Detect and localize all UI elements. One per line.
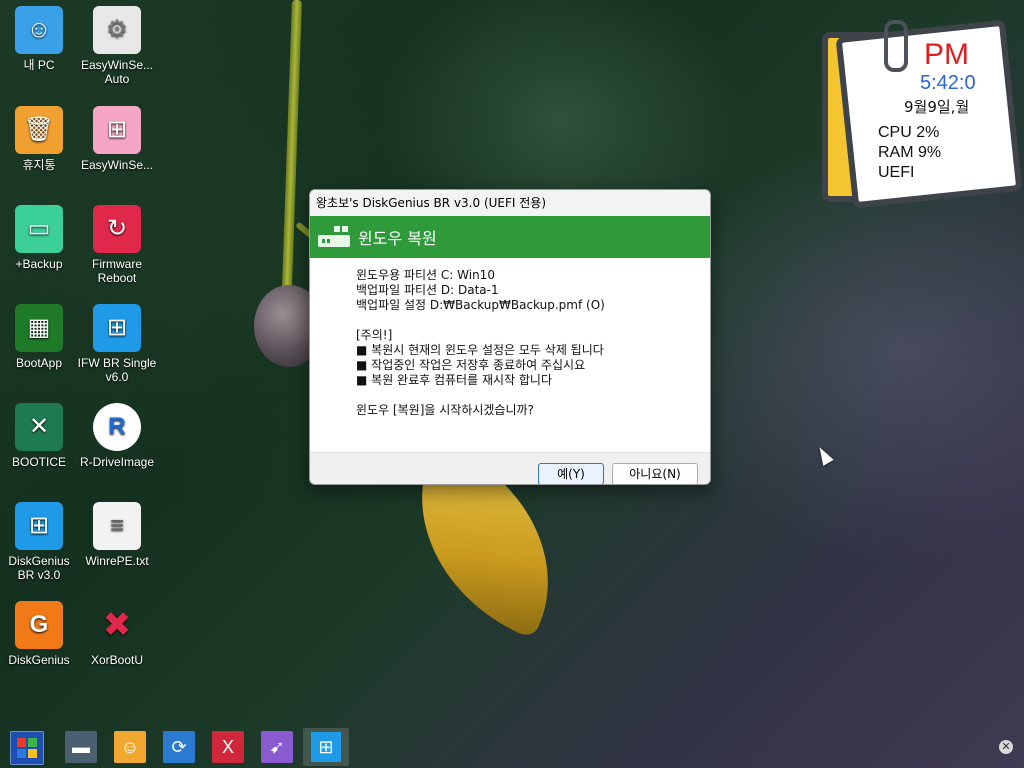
start-icon[interactable] — [10, 731, 44, 765]
desktop-icon-label: Firmware Reboot — [92, 257, 142, 285]
desktop-icon-easywinsetup[interactable]: ⊞ EasyWinSe... — [77, 106, 157, 172]
desktop-icon-label: WinrePE.txt — [85, 554, 149, 568]
reboot-icon: ↻ — [93, 205, 141, 253]
text-file-icon: ≡ — [93, 502, 141, 550]
desktop-icon-label: +Backup — [15, 257, 63, 271]
desktop-icon-label: DiskGenius BR v3.0 — [8, 554, 70, 582]
desktop-icon-my-pc[interactable]: ☺ 내 PC — [0, 6, 79, 72]
user-icon[interactable]: ☺ — [114, 731, 146, 763]
desktop-icon-label: BootApp — [15, 356, 63, 370]
paperclip-icon — [884, 20, 908, 72]
windows-logo-icon: ⊞ — [15, 502, 63, 550]
settings-gears-icon: ⚙ — [93, 6, 141, 54]
windows-flag-icon — [17, 738, 37, 758]
confirm-question: 윈도우 [복원]을 시작하시겠습니까? — [356, 403, 534, 417]
widget-date: 9월9일,월 — [904, 98, 970, 116]
desktop-icon-label: R-DriveImage — [79, 455, 154, 469]
windows-logo-icon: ⊞ — [93, 106, 141, 154]
dialog-header-title: 윈도우 복원 — [358, 229, 437, 248]
desktop-icon-label: EasyWinSe... — [80, 158, 154, 172]
widget-time: 5:42:0 — [920, 72, 976, 94]
desktop-icon-easywinsetup-auto[interactable]: ⚙ EasyWinSe... Auto — [77, 6, 157, 86]
window-icon[interactable]: ▬ — [65, 731, 97, 763]
xorboot-x-icon: ✖ — [102, 606, 132, 644]
clock-widget: PM 5:42:0 9월9일,월 CPU 2% RAM 9% UEFI — [818, 19, 1023, 209]
desktop-icon-backup[interactable]: ▭ +Backup — [0, 205, 79, 271]
rocket-icon[interactable]: ➹ — [261, 731, 293, 763]
gift-box-icon: ▦ — [15, 304, 63, 352]
warning-line-2: ■ 작업중인 작업은 저장후 종료하여 주십시요 — [356, 358, 586, 372]
no-button[interactable]: 아니요(N) — [612, 463, 698, 484]
desktop-icon-recycle-bin[interactable]: 🗑 휴지통 — [0, 106, 79, 172]
desktop-icon-label: 내 PC — [23, 58, 55, 72]
drive-restore-icon — [318, 226, 350, 247]
r-drive-icon: R — [93, 403, 141, 451]
my-pc-icon: ☺ — [15, 6, 63, 54]
widget-ram: RAM 9% — [878, 144, 942, 161]
wallpaper-stem — [281, 0, 302, 290]
info-windows-partition: 윈도우용 파티션 C: Win10 — [356, 268, 495, 282]
taskbar: ▬ ☺ ⟳ X ➹ ⊞ — [0, 728, 1024, 768]
desktop-icon-label: BOOTICE — [11, 455, 66, 469]
desktop-icon-ifw-br[interactable]: ⊞ IFW BR Single v6.0 — [77, 304, 157, 384]
yes-button[interactable]: 예(Y) — [538, 463, 604, 484]
desktop-icon-label: EasyWinSe... Auto — [80, 58, 154, 86]
sync-icon[interactable]: ⟳ — [163, 731, 195, 763]
diskgenius-icon: G — [15, 601, 63, 649]
windows-icon: ⊞ — [311, 732, 341, 762]
desktop-icon-diskgenius-br[interactable]: ⊞ DiskGenius BR v3.0 — [0, 502, 79, 582]
desktop-icon-firmware-reboot[interactable]: ↻ Firmware Reboot — [77, 205, 157, 285]
desktop-icon-xorbootu[interactable]: ✖ XorBootU — [77, 601, 157, 667]
desktop-icon-label: IFW BR Single v6.0 — [77, 356, 157, 384]
desktop-icon-bootapp[interactable]: ▦ BootApp — [0, 304, 79, 370]
desktop-icon-label: 휴지통 — [22, 158, 56, 172]
desktop-icon-diskgenius[interactable]: G DiskGenius — [0, 601, 79, 667]
info-backup-partition: 백업파일 파티션 D: Data-1 — [356, 283, 499, 297]
widget-ampm: PM — [924, 38, 969, 71]
warning-line-1: ■ 복원시 현재의 윈도우 설정은 모두 삭제 됩니다 — [356, 343, 604, 357]
desktop-icon-label: DiskGenius — [8, 653, 70, 667]
tools-icon: ✕ — [15, 403, 63, 451]
windows-logo-icon: ⊞ — [93, 304, 141, 352]
restore-dialog: 왕초보's DiskGenius BR v3.0 (UEFI 전용) 윈도우 복… — [309, 189, 711, 485]
x-icon[interactable]: X — [212, 731, 244, 763]
dialog-body: 윈도우용 파티션 C: Win10 백업파일 파티션 D: Data-1 백업파… — [310, 258, 710, 452]
info-backup-file: 백업파일 설정 D:₩Backup₩Backup.pmf (O) — [356, 298, 605, 312]
windows-icon-active[interactable]: ⊞ — [303, 728, 349, 766]
desktop-icon-winrepe-txt[interactable]: ≡ WinrePE.txt — [77, 502, 157, 568]
dialog-header: 윈도우 복원 — [310, 216, 710, 258]
widget-cpu: CPU 2% — [878, 124, 940, 141]
desktop-icon-bootice[interactable]: ✕ BOOTICE — [0, 403, 79, 469]
dialog-footer: 예(Y) 아니요(N) — [310, 452, 710, 484]
dialog-title[interactable]: 왕초보's DiskGenius BR v3.0 (UEFI 전용) — [310, 190, 710, 216]
warning-heading: [주의!] — [356, 328, 393, 342]
warning-line-3: ■ 복원 완료후 컴퓨터를 재시작 합니다 — [356, 373, 553, 387]
mouse-cursor-icon — [814, 444, 834, 466]
desktop-icon-r-driveimage[interactable]: R R-DriveImage — [77, 403, 157, 469]
widget-boot-mode: UEFI — [878, 164, 915, 181]
close-icon[interactable]: ✕ — [999, 740, 1013, 754]
folder-icon: ▭ — [15, 205, 63, 253]
desktop-icon-label: XorBootU — [90, 653, 144, 667]
trash-icon: 🗑 — [15, 106, 63, 154]
